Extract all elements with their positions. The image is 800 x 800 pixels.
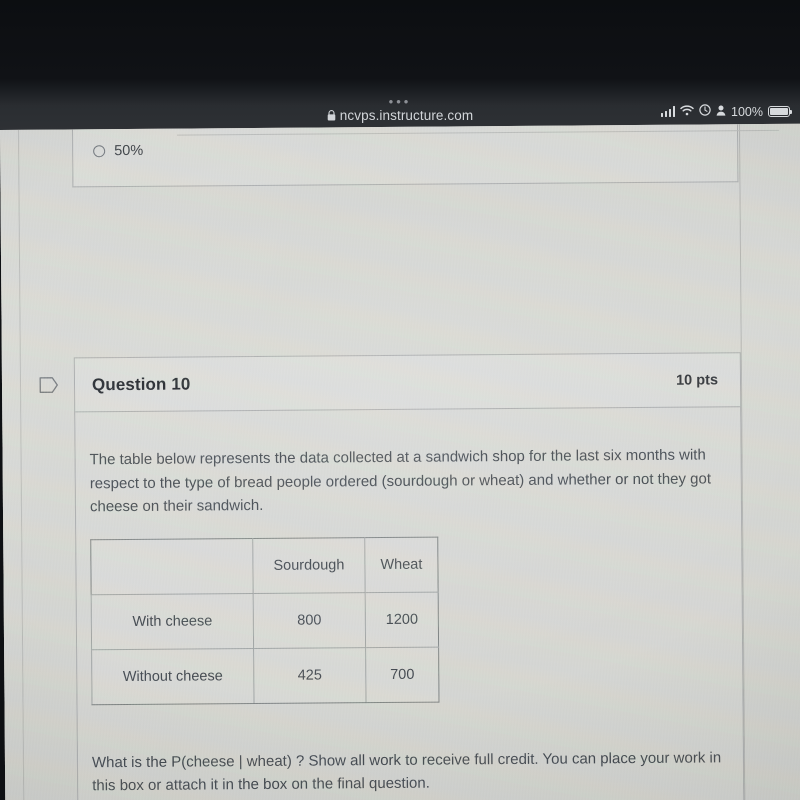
browser-chrome: ••• ncvps.instructure.com 100% <box>0 0 800 136</box>
screenshot-root: ••• ncvps.instructure.com 100% 50% Quest… <box>0 0 800 800</box>
battery-percent-label: 100% <box>731 104 763 119</box>
do-not-disturb-icon <box>699 104 711 119</box>
status-bar: 100% <box>660 104 793 119</box>
battery-full-icon <box>768 106 793 117</box>
canvas-page: 50% Question 10 10 pts The table below r… <box>0 123 800 800</box>
table-corner-cell <box>90 538 254 595</box>
answer-option-label: 50% <box>114 142 144 160</box>
divider <box>177 129 780 136</box>
flag-icon[interactable] <box>39 375 59 396</box>
question-prompt-text: The table below represents the data coll… <box>89 446 712 516</box>
url-text: ncvps.instructure.com <box>339 108 474 123</box>
answer-option-50[interactable]: 50% <box>93 143 143 159</box>
question-title: Question 10 <box>91 374 191 394</box>
question-header: Question 10 10 pts <box>74 353 741 413</box>
radio-button-unchecked-icon[interactable] <box>93 145 106 158</box>
person-icon <box>716 105 726 119</box>
table-row-header-with-cheese: With cheese <box>91 593 254 650</box>
page-left-rule <box>17 129 25 800</box>
table-header-row: Sourdough Wheat <box>90 536 439 595</box>
table-cell-withcheese-sourdough: 800 <box>253 592 366 649</box>
table-cell-withoutcheese-wheat: 700 <box>365 646 440 703</box>
cellular-signal-icon <box>660 106 676 117</box>
question-10-box: Question 10 10 pts The table below repre… <box>73 352 746 800</box>
table-row: Without cheese 425 700 <box>91 646 440 705</box>
table-row-header-without-cheese: Without cheese <box>91 648 255 705</box>
lock-icon <box>327 109 336 124</box>
previous-question-box: 50% <box>71 124 780 188</box>
table-cell-withoutcheese-sourdough: 425 <box>253 647 367 704</box>
question-body: The table below represents the data coll… <box>75 407 744 800</box>
table-cell-withcheese-wheat: 1200 <box>365 591 439 648</box>
wifi-icon <box>680 104 694 119</box>
page-photo: 50% Question 10 10 pts The table below r… <box>0 123 800 800</box>
table-col-header-sourdough: Sourdough <box>252 537 366 594</box>
table-row: With cheese 800 1200 <box>91 591 439 650</box>
two-way-frequency-table: Sourdough Wheat With cheese 800 1200 Wit… <box>90 536 440 705</box>
table-col-header-wheat: Wheat <box>364 536 439 593</box>
question-task-text: What is the P(cheese | wheat) ? Show all… <box>91 748 722 795</box>
question-points: 10 pts <box>676 371 719 389</box>
